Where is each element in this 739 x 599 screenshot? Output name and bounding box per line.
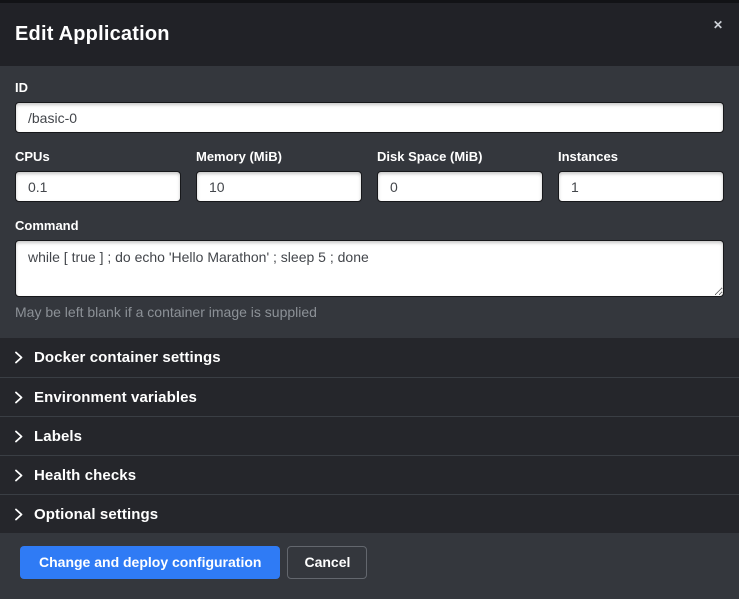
section-docker-container-settings[interactable]: Docker container settings — [0, 338, 739, 377]
collapsible-sections: Docker container settings Environment va… — [0, 338, 739, 533]
chevron-right-icon — [15, 430, 23, 443]
section-optional-settings[interactable]: Optional settings — [0, 494, 739, 533]
cpus-label: CPUs — [15, 149, 181, 164]
chevron-right-icon — [15, 351, 23, 364]
chevron-right-icon — [15, 508, 23, 521]
section-label: Environment variables — [34, 389, 197, 406]
cpus-field-group: CPUs — [15, 149, 181, 202]
disk-field-group: Disk Space (MiB) — [377, 149, 543, 202]
disk-input[interactable] — [377, 171, 543, 202]
command-label: Command — [15, 218, 724, 233]
disk-label: Disk Space (MiB) — [377, 149, 543, 164]
cancel-button[interactable]: Cancel — [287, 546, 367, 579]
application-form: ID CPUs Memory (MiB) Disk Space (MiB) In… — [0, 66, 739, 338]
instances-input[interactable] — [558, 171, 724, 202]
id-field-group: ID — [15, 80, 724, 133]
memory-input[interactable] — [196, 171, 362, 202]
id-input[interactable] — [15, 102, 724, 133]
close-button[interactable]: ✕ — [710, 16, 726, 34]
section-label: Health checks — [34, 467, 136, 484]
chevron-right-icon — [15, 469, 23, 482]
command-help-text: May be left blank if a container image i… — [15, 303, 724, 321]
edit-application-modal: Edit Application ✕ ID CPUs Memory (MiB) … — [0, 3, 739, 599]
section-label: Optional settings — [34, 506, 158, 523]
section-labels[interactable]: Labels — [0, 416, 739, 455]
cpus-input[interactable] — [15, 171, 181, 202]
id-label: ID — [15, 80, 724, 95]
modal-header: Edit Application ✕ — [0, 3, 739, 66]
command-textarea[interactable]: while [ true ] ; do echo 'Hello Marathon… — [15, 240, 724, 297]
chevron-right-icon — [15, 391, 23, 404]
modal-footer: Change and deploy configuration Cancel — [0, 533, 739, 599]
section-health-checks[interactable]: Health checks — [0, 455, 739, 494]
instances-label: Instances — [558, 149, 724, 164]
section-label: Labels — [34, 428, 82, 445]
memory-field-group: Memory (MiB) — [196, 149, 362, 202]
modal-title: Edit Application — [15, 23, 170, 46]
deploy-button[interactable]: Change and deploy configuration — [20, 546, 280, 579]
command-field-group: Command while [ true ] ; do echo 'Hello … — [15, 218, 724, 321]
memory-label: Memory (MiB) — [196, 149, 362, 164]
section-label: Docker container settings — [34, 349, 221, 366]
section-environment-variables[interactable]: Environment variables — [0, 377, 739, 416]
close-icon: ✕ — [713, 18, 723, 32]
resources-row: CPUs Memory (MiB) Disk Space (MiB) Insta… — [15, 149, 724, 202]
instances-field-group: Instances — [558, 149, 724, 202]
